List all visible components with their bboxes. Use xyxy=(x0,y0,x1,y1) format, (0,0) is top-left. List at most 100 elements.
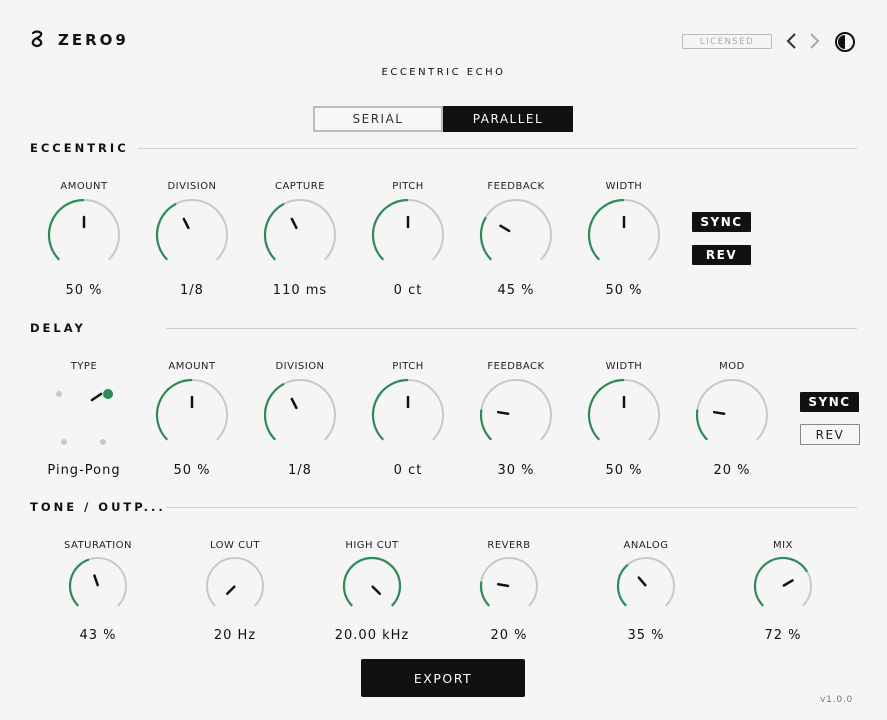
knob-capture[interactable] xyxy=(261,196,339,274)
knob-feedback[interactable] xyxy=(477,196,555,274)
chevron-left-icon[interactable] xyxy=(785,32,799,50)
knob-value-arc xyxy=(753,556,809,607)
knob-amount[interactable] xyxy=(45,196,123,274)
knob-mix[interactable] xyxy=(751,554,815,618)
knob-track xyxy=(696,379,768,441)
knob-value-arc xyxy=(587,378,625,441)
version-label: v1.0.0 xyxy=(820,695,854,705)
section-divider xyxy=(138,148,857,149)
knob-label: DIVISION xyxy=(167,181,217,192)
knob-value: 43 % xyxy=(79,628,117,643)
knob-width[interactable] xyxy=(585,196,663,274)
brand: ZERO9 xyxy=(30,30,129,50)
knob-value: 20.00 kHz xyxy=(334,628,410,643)
knob-high-cut[interactable] xyxy=(340,554,404,618)
knob-pointer xyxy=(496,583,510,588)
knob-value: 50 % xyxy=(173,463,211,478)
knob-value-arc xyxy=(371,378,409,441)
knob-track xyxy=(480,379,552,441)
knob-reverb[interactable] xyxy=(477,554,541,618)
knob-value: 50 % xyxy=(605,463,643,478)
knob-value: 20 % xyxy=(713,463,751,478)
brand-name: ZERO9 xyxy=(58,31,129,49)
knob-pitch[interactable] xyxy=(369,196,447,274)
knob-pointer xyxy=(225,585,236,596)
knob-value-arc xyxy=(155,378,193,441)
export-button[interactable]: EXPORT xyxy=(361,659,525,697)
chevron-right-icon[interactable] xyxy=(807,32,821,50)
knob-division[interactable] xyxy=(261,376,339,454)
knob-label: AMOUNT xyxy=(168,361,216,372)
type-option-dot[interactable] xyxy=(100,439,106,445)
knob-value-arc xyxy=(47,198,85,261)
knob-saturation[interactable] xyxy=(66,554,130,618)
type-option-dot-selected[interactable] xyxy=(103,389,113,399)
knob-label: LOW CUT xyxy=(209,540,261,551)
delay-type-selector[interactable] xyxy=(44,378,124,454)
knob-analog[interactable] xyxy=(614,554,678,618)
knob-division[interactable] xyxy=(153,196,231,274)
knob-value: 30 % xyxy=(497,463,535,478)
knob-value-arc xyxy=(479,581,491,607)
knob-value-arc xyxy=(342,556,402,607)
knob-label: FEEDBACK xyxy=(487,361,545,372)
delay-sync-toggle[interactable]: SYNC xyxy=(800,392,859,412)
knob-track xyxy=(480,199,552,261)
mode-toggle: SERIAL PARALLEL xyxy=(313,106,573,132)
knob-label: REVERB xyxy=(487,540,531,551)
knob-pointer xyxy=(499,224,511,233)
knob-value: 110 ms xyxy=(272,283,328,298)
plugin-title: ECCENTRIC ECHO xyxy=(381,67,506,78)
knob-label: FEEDBACK xyxy=(487,181,545,192)
zero9-logo-icon xyxy=(31,30,43,48)
delay-rev-toggle[interactable]: REV xyxy=(800,424,860,445)
knob-label: SATURATION xyxy=(63,540,133,551)
knob-value-arc xyxy=(68,558,90,607)
knob-value: 20 % xyxy=(490,628,528,643)
knob-pointer xyxy=(712,410,726,415)
knob-value: 0 ct xyxy=(393,463,423,478)
knob-pointer xyxy=(93,574,99,587)
knob-value: 1/8 xyxy=(288,463,312,478)
knob-value-arc xyxy=(479,216,493,261)
knob-pointer xyxy=(371,585,382,596)
knob-label: DIVISION xyxy=(275,361,325,372)
knob-pitch[interactable] xyxy=(369,376,447,454)
knob-value-arc xyxy=(695,409,709,441)
knob-value-arc xyxy=(587,198,625,261)
knob-track xyxy=(480,557,538,607)
knob-value-arc xyxy=(371,198,409,261)
knob-label: PITCH xyxy=(392,181,424,192)
section-divider xyxy=(166,507,857,508)
serial-mode-button[interactable]: SERIAL xyxy=(313,106,443,132)
knob-value: 35 % xyxy=(627,628,665,643)
knob-label: ANALOG xyxy=(623,540,669,551)
type-option-dot[interactable] xyxy=(56,391,62,397)
delay-type-label: TYPE xyxy=(70,361,98,372)
type-option-dot[interactable] xyxy=(61,439,67,445)
contrast-icon[interactable] xyxy=(834,31,856,53)
knob-label: HIGH CUT xyxy=(345,540,399,551)
knob-track xyxy=(206,557,264,607)
eccentric-rev-toggle[interactable]: REV xyxy=(692,245,751,265)
license-badge[interactable]: LICENSED xyxy=(682,34,772,49)
type-selector-pointer xyxy=(90,392,103,402)
knob-value-arc xyxy=(263,202,285,261)
knob-pointer xyxy=(637,576,647,587)
knob-label: WIDTH xyxy=(605,361,643,372)
eccentric-sync-toggle[interactable]: SYNC xyxy=(692,212,751,232)
knob-mod[interactable] xyxy=(693,376,771,454)
knob-pointer xyxy=(290,217,298,230)
knob-width[interactable] xyxy=(585,376,663,454)
knob-pointer xyxy=(782,579,794,587)
knob-value-arc xyxy=(479,409,493,441)
knob-value-arc xyxy=(616,563,629,607)
knob-value-arc xyxy=(263,382,285,441)
knob-pointer xyxy=(290,397,298,410)
knob-amount[interactable] xyxy=(153,376,231,454)
knob-feedback[interactable] xyxy=(477,376,555,454)
parallel-mode-button[interactable]: PARALLEL xyxy=(443,106,573,132)
knob-value: 72 % xyxy=(764,628,802,643)
knob-pointer xyxy=(496,410,510,415)
knob-low-cut[interactable] xyxy=(203,554,267,618)
